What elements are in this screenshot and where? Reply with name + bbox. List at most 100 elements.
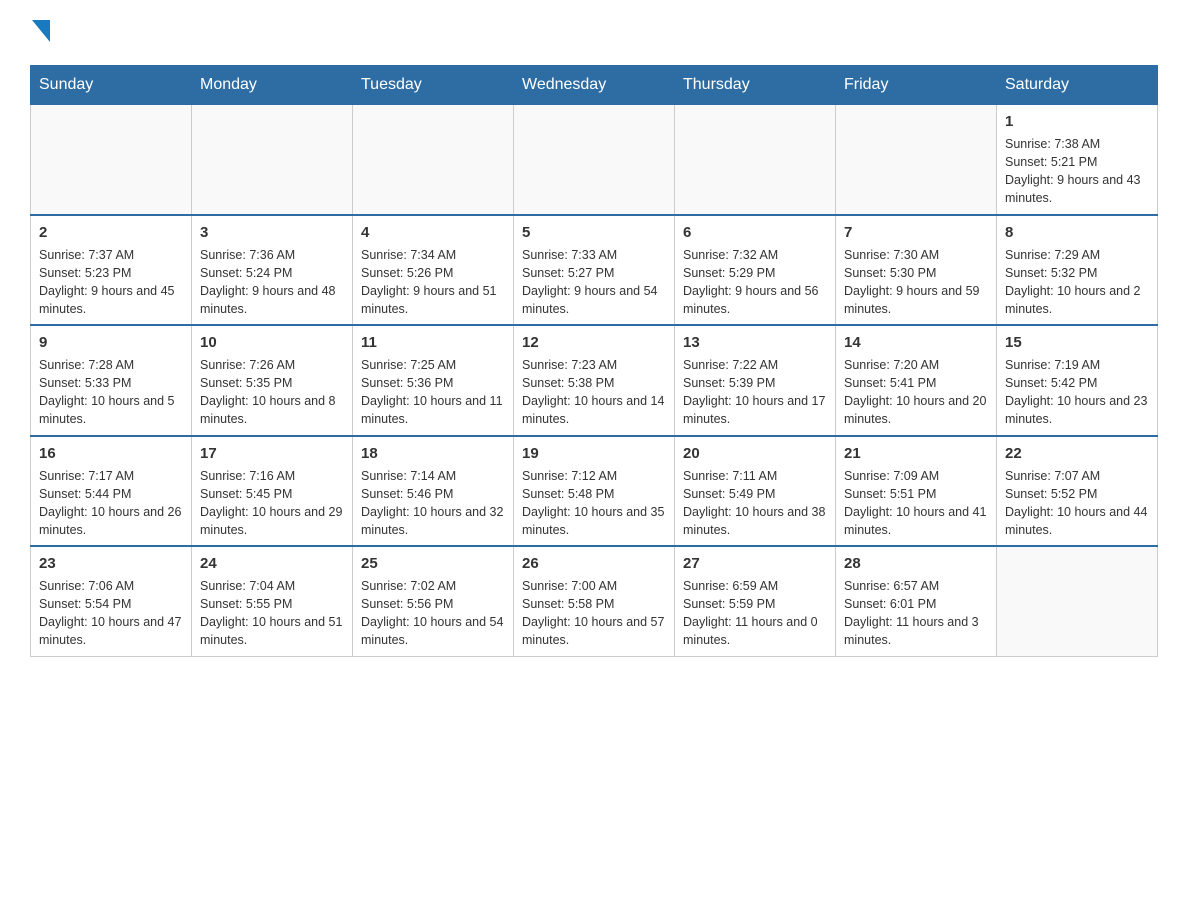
calendar-cell	[514, 105, 675, 215]
day-info: Sunrise: 7:23 AMSunset: 5:38 PMDaylight:…	[522, 356, 666, 429]
day-number: 2	[39, 222, 183, 243]
day-info: Sunrise: 6:57 AMSunset: 6:01 PMDaylight:…	[844, 577, 988, 650]
day-number: 10	[200, 332, 344, 353]
calendar-cell: 1 Sunrise: 7:38 AMSunset: 5:21 PMDaylight…	[997, 105, 1158, 215]
day-info: Sunrise: 7:07 AMSunset: 5:52 PMDaylight:…	[1005, 467, 1149, 540]
day-number: 12	[522, 332, 666, 353]
calendar-cell: 4 Sunrise: 7:34 AMSunset: 5:26 PMDaylight…	[353, 215, 514, 326]
day-number: 19	[522, 443, 666, 464]
day-number: 16	[39, 443, 183, 464]
day-info: Sunrise: 7:14 AMSunset: 5:46 PMDaylight:…	[361, 467, 505, 540]
page-header	[30, 20, 1158, 45]
day-info: Sunrise: 7:00 AMSunset: 5:58 PMDaylight:…	[522, 577, 666, 650]
calendar-cell: 22 Sunrise: 7:07 AMSunset: 5:52 PMDayligh…	[997, 436, 1158, 547]
day-info: Sunrise: 7:32 AMSunset: 5:29 PMDaylight:…	[683, 246, 827, 319]
logo	[30, 20, 50, 45]
day-number: 27	[683, 553, 827, 574]
day-info: Sunrise: 7:17 AMSunset: 5:44 PMDaylight:…	[39, 467, 183, 540]
day-number: 5	[522, 222, 666, 243]
day-info: Sunrise: 7:38 AMSunset: 5:21 PMDaylight:…	[1005, 135, 1149, 208]
calendar-cell: 25Sunrise: 7:02 AMSunset: 5:56 PMDayligh…	[353, 546, 514, 656]
calendar-cell	[31, 105, 192, 215]
calendar-cell: 7 Sunrise: 7:30 AMSunset: 5:30 PMDaylight…	[836, 215, 997, 326]
day-number: 21	[844, 443, 988, 464]
calendar-cell: 26Sunrise: 7:00 AMSunset: 5:58 PMDayligh…	[514, 546, 675, 656]
day-number: 11	[361, 332, 505, 353]
calendar-cell	[997, 546, 1158, 656]
day-info: Sunrise: 7:20 AMSunset: 5:41 PMDaylight:…	[844, 356, 988, 429]
calendar-week-row: 9 Sunrise: 7:28 AMSunset: 5:33 PMDaylight…	[31, 325, 1158, 436]
day-info: Sunrise: 7:30 AMSunset: 5:30 PMDaylight:…	[844, 246, 988, 319]
logo-triangle-icon	[32, 20, 50, 47]
day-number: 28	[844, 553, 988, 574]
day-info: Sunrise: 7:09 AMSunset: 5:51 PMDaylight:…	[844, 467, 988, 540]
day-info: Sunrise: 7:12 AMSunset: 5:48 PMDaylight:…	[522, 467, 666, 540]
weekday-header-saturday: Saturday	[997, 66, 1158, 105]
day-info: Sunrise: 7:06 AMSunset: 5:54 PMDaylight:…	[39, 577, 183, 650]
calendar-cell: 15Sunrise: 7:19 AMSunset: 5:42 PMDayligh…	[997, 325, 1158, 436]
day-number: 4	[361, 222, 505, 243]
day-info: Sunrise: 7:11 AMSunset: 5:49 PMDaylight:…	[683, 467, 827, 540]
calendar-cell: 23Sunrise: 7:06 AMSunset: 5:54 PMDayligh…	[31, 546, 192, 656]
calendar-cell: 17 Sunrise: 7:16 AMSunset: 5:45 PMDayligh…	[192, 436, 353, 547]
calendar-week-row: 2 Sunrise: 7:37 AMSunset: 5:23 PMDaylight…	[31, 215, 1158, 326]
day-number: 15	[1005, 332, 1149, 353]
calendar-cell	[353, 105, 514, 215]
calendar-cell	[675, 105, 836, 215]
calendar-week-row: 23Sunrise: 7:06 AMSunset: 5:54 PMDayligh…	[31, 546, 1158, 656]
calendar-cell: 9 Sunrise: 7:28 AMSunset: 5:33 PMDaylight…	[31, 325, 192, 436]
day-number: 20	[683, 443, 827, 464]
day-number: 1	[1005, 111, 1149, 132]
day-info: Sunrise: 7:37 AMSunset: 5:23 PMDaylight:…	[39, 246, 183, 319]
day-info: Sunrise: 7:33 AMSunset: 5:27 PMDaylight:…	[522, 246, 666, 319]
calendar-cell: 3 Sunrise: 7:36 AMSunset: 5:24 PMDaylight…	[192, 215, 353, 326]
calendar-cell: 8Sunrise: 7:29 AMSunset: 5:32 PMDaylight…	[997, 215, 1158, 326]
calendar-cell: 27 Sunrise: 6:59 AMSunset: 5:59 PMDayligh…	[675, 546, 836, 656]
weekday-header-row: SundayMondayTuesdayWednesdayThursdayFrid…	[31, 66, 1158, 105]
day-info: Sunrise: 7:04 AMSunset: 5:55 PMDaylight:…	[200, 577, 344, 650]
day-number: 9	[39, 332, 183, 353]
calendar-cell: 18 Sunrise: 7:14 AMSunset: 5:46 PMDayligh…	[353, 436, 514, 547]
calendar-cell: 13 Sunrise: 7:22 AMSunset: 5:39 PMDayligh…	[675, 325, 836, 436]
day-number: 25	[361, 553, 505, 574]
day-number: 13	[683, 332, 827, 353]
calendar-cell: 11 Sunrise: 7:25 AMSunset: 5:36 PMDayligh…	[353, 325, 514, 436]
day-info: Sunrise: 7:34 AMSunset: 5:26 PMDaylight:…	[361, 246, 505, 319]
day-info: Sunrise: 7:36 AMSunset: 5:24 PMDaylight:…	[200, 246, 344, 319]
calendar-cell: 28 Sunrise: 6:57 AMSunset: 6:01 PMDayligh…	[836, 546, 997, 656]
day-info: Sunrise: 7:16 AMSunset: 5:45 PMDaylight:…	[200, 467, 344, 540]
calendar-cell: 24 Sunrise: 7:04 AMSunset: 5:55 PMDayligh…	[192, 546, 353, 656]
day-number: 17	[200, 443, 344, 464]
weekday-header-friday: Friday	[836, 66, 997, 105]
day-number: 24	[200, 553, 344, 574]
calendar-week-row: 1 Sunrise: 7:38 AMSunset: 5:21 PMDaylight…	[31, 105, 1158, 215]
weekday-header-tuesday: Tuesday	[353, 66, 514, 105]
weekday-header-monday: Monday	[192, 66, 353, 105]
calendar-cell	[836, 105, 997, 215]
calendar-cell: 2 Sunrise: 7:37 AMSunset: 5:23 PMDaylight…	[31, 215, 192, 326]
calendar-cell: 20 Sunrise: 7:11 AMSunset: 5:49 PMDayligh…	[675, 436, 836, 547]
day-number: 7	[844, 222, 988, 243]
calendar-cell: 6Sunrise: 7:32 AMSunset: 5:29 PMDaylight…	[675, 215, 836, 326]
calendar-table: SundayMondayTuesdayWednesdayThursdayFrid…	[30, 65, 1158, 657]
calendar-week-row: 16 Sunrise: 7:17 AMSunset: 5:44 PMDayligh…	[31, 436, 1158, 547]
calendar-cell: 12 Sunrise: 7:23 AMSunset: 5:38 PMDayligh…	[514, 325, 675, 436]
day-info: Sunrise: 7:28 AMSunset: 5:33 PMDaylight:…	[39, 356, 183, 429]
calendar-cell: 21 Sunrise: 7:09 AMSunset: 5:51 PMDayligh…	[836, 436, 997, 547]
day-number: 18	[361, 443, 505, 464]
weekday-header-thursday: Thursday	[675, 66, 836, 105]
day-info: Sunrise: 7:22 AMSunset: 5:39 PMDaylight:…	[683, 356, 827, 429]
day-info: Sunrise: 6:59 AMSunset: 5:59 PMDaylight:…	[683, 577, 827, 650]
weekday-header-sunday: Sunday	[31, 66, 192, 105]
calendar-cell: 10 Sunrise: 7:26 AMSunset: 5:35 PMDayligh…	[192, 325, 353, 436]
weekday-header-wednesday: Wednesday	[514, 66, 675, 105]
day-info: Sunrise: 7:25 AMSunset: 5:36 PMDaylight:…	[361, 356, 505, 429]
calendar-cell: 5 Sunrise: 7:33 AMSunset: 5:27 PMDaylight…	[514, 215, 675, 326]
calendar-cell: 14Sunrise: 7:20 AMSunset: 5:41 PMDayligh…	[836, 325, 997, 436]
day-info: Sunrise: 7:26 AMSunset: 5:35 PMDaylight:…	[200, 356, 344, 429]
day-number: 3	[200, 222, 344, 243]
day-number: 22	[1005, 443, 1149, 464]
calendar-cell	[192, 105, 353, 215]
day-info: Sunrise: 7:29 AMSunset: 5:32 PMDaylight:…	[1005, 246, 1149, 319]
calendar-cell: 16 Sunrise: 7:17 AMSunset: 5:44 PMDayligh…	[31, 436, 192, 547]
